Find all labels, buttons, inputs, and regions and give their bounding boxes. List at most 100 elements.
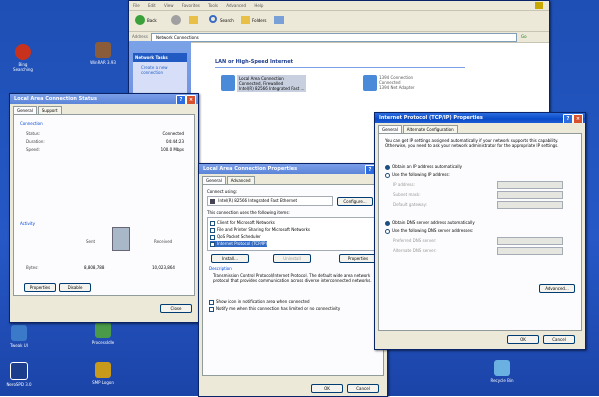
tab-advanced[interactable]: Advanced [226, 176, 255, 184]
help-button[interactable]: ? [176, 95, 186, 104]
auto-dns-radio[interactable]: Obtain DNS server address automatically [385, 220, 475, 226]
item-label: Internet Protocol (TCP/IP) [217, 241, 268, 246]
ip-address-label: IP address: [393, 182, 415, 187]
connection-item[interactable]: Local Area Connection Connected, Firewal… [219, 73, 354, 101]
ok-button[interactable]: OK [311, 384, 343, 393]
menu-favorites[interactable]: Favorites [182, 3, 200, 8]
default-gateway-field[interactable] [497, 201, 563, 209]
radio-icon[interactable] [385, 164, 390, 170]
properties-dialog-titlebar[interactable]: Local Area Connection Properties ? × [199, 164, 387, 174]
list-item[interactable]: File and Printer Sharing for Microsoft N… [210, 227, 310, 233]
views-icon[interactable] [274, 16, 284, 24]
tcpip-dialog-titlebar[interactable]: Internet Protocol (TCP/IP) Properties ? … [375, 113, 585, 123]
close-icon[interactable]: × [186, 95, 196, 104]
tab-general[interactable]: General [378, 125, 402, 133]
auto-dns-label: Obtain DNS server address automatically [392, 220, 475, 225]
address-input[interactable]: Network Connections [151, 33, 517, 42]
network-activity-icon [112, 227, 130, 251]
list-item[interactable]: Client for Microsoft Networks [210, 220, 275, 226]
checkbox-icon[interactable] [210, 241, 215, 247]
desktop-icon-nero[interactable]: NeroSPD 3.0 [4, 362, 34, 387]
ok-button[interactable]: OK [507, 335, 539, 344]
configure-button[interactable]: Configure... [337, 197, 373, 206]
address-go-button[interactable]: Go [521, 32, 527, 42]
disable-button[interactable]: Disable [59, 283, 91, 292]
desktop-icon-recycle-bin[interactable]: Recycle Bin [487, 360, 517, 383]
show-icon-checkbox[interactable]: Show icon in notification area when conn… [209, 299, 310, 305]
description-label: Description [209, 266, 232, 271]
desktop-icon-tweakui[interactable]: Tweak UI [4, 325, 34, 348]
help-button[interactable]: ? [563, 114, 573, 123]
ip-address-field[interactable] [497, 181, 563, 189]
connection-item[interactable]: 1394 Connection Connected 1394 Net Adapt… [361, 73, 481, 101]
subnet-mask-field[interactable] [497, 191, 563, 199]
desktop-icon-bing[interactable]: Bing Searching [8, 44, 38, 72]
desktop-icon-label: Tweak UI [10, 343, 28, 348]
properties-button[interactable]: Properties [24, 283, 56, 292]
section-divider [215, 67, 465, 68]
auto-ip-label: Obtain an IP address automatically [392, 164, 463, 169]
desktop-icon-label: WinRAR 3.93 [90, 60, 116, 65]
checkbox-icon[interactable] [210, 227, 215, 233]
close-button[interactable]: Close [160, 304, 192, 313]
radio-icon[interactable] [385, 228, 390, 234]
uninstall-button[interactable]: Uninstall [273, 254, 311, 263]
up-folder-icon[interactable] [189, 16, 198, 24]
folders-label[interactable]: Folders [252, 18, 266, 23]
folders-icon[interactable] [241, 16, 250, 24]
desktop-icon-winrar[interactable]: WinRAR 3.93 [88, 42, 118, 65]
alternate-dns-label: Alternate DNS server: [393, 248, 437, 253]
list-item[interactable]: QoS Packet Scheduler [210, 234, 261, 240]
tab-general[interactable]: General [13, 106, 37, 114]
item-properties-button[interactable]: Properties [339, 254, 377, 263]
cancel-button[interactable]: Cancel [543, 335, 575, 344]
menu-tools[interactable]: Tools [208, 3, 218, 8]
back-icon[interactable] [135, 15, 145, 25]
menu-file[interactable]: File [133, 3, 140, 8]
radio-icon[interactable] [385, 220, 390, 226]
notify-checkbox[interactable]: Notify me when this connection has limit… [209, 306, 340, 312]
tab-general[interactable]: General [202, 176, 226, 184]
tweakui-icon [11, 325, 27, 341]
item-label: Client for Microsoft Networks [217, 220, 275, 225]
desktop-icon-label: SMP Logon [92, 380, 114, 385]
back-label: Back [147, 18, 157, 23]
item-label: File and Printer Sharing for Microsoft N… [217, 227, 310, 232]
preferred-dns-field[interactable] [497, 237, 563, 245]
cancel-button[interactable]: Cancel [347, 384, 379, 393]
forward-icon[interactable] [171, 15, 181, 25]
desktop-icon-smplogon[interactable]: SMP Logon [88, 362, 118, 385]
list-item[interactable]: Internet Protocol (TCP/IP) [210, 241, 268, 247]
search-icon[interactable] [209, 15, 217, 23]
network-connection-icon [363, 75, 377, 91]
checkbox-icon[interactable] [209, 306, 214, 312]
close-icon[interactable]: × [573, 114, 583, 123]
description-text: Transmission Control Protocol/Internet P… [213, 273, 372, 283]
tab-alternate-configuration[interactable]: Alternate Configuration [402, 125, 458, 133]
checkbox-icon[interactable] [210, 220, 215, 226]
section-title: LAN or High-Speed Internet [215, 59, 294, 65]
task-create-connection[interactable]: Create a new connection [133, 62, 187, 75]
menu-advanced[interactable]: Advanced [226, 3, 246, 8]
auto-ip-radio[interactable]: Obtain an IP address automatically [385, 164, 462, 170]
advanced-button[interactable]: Advanced... [539, 284, 575, 293]
install-button[interactable]: Install... [211, 254, 249, 263]
processidle-icon [95, 322, 111, 338]
use-dns-radio[interactable]: Use the following DNS server addresses: [385, 228, 473, 234]
checkbox-icon[interactable] [210, 234, 215, 240]
notify-label: Notify me when this connection has limit… [216, 306, 341, 311]
radio-icon[interactable] [385, 172, 390, 178]
search-label[interactable]: Search [220, 18, 234, 23]
adapter-field: Intel(R) 82566 Integrated Fast Ethernet [207, 196, 333, 206]
tab-support[interactable]: Support [37, 106, 62, 114]
status-dialog-titlebar[interactable]: Local Area Connection Status ? × [10, 94, 198, 104]
alternate-dns-field[interactable] [497, 247, 563, 255]
adapter-icon [210, 198, 215, 204]
menu-edit[interactable]: Edit [148, 3, 156, 8]
desktop-icon-processidle[interactable]: ProcessIdle [88, 322, 118, 345]
menu-view[interactable]: View [164, 3, 174, 8]
items-label: This connection uses the following items… [207, 210, 290, 215]
use-ip-radio[interactable]: Use the following IP address: [385, 172, 450, 178]
checkbox-icon[interactable] [209, 299, 214, 305]
menu-help[interactable]: Help [254, 3, 263, 8]
